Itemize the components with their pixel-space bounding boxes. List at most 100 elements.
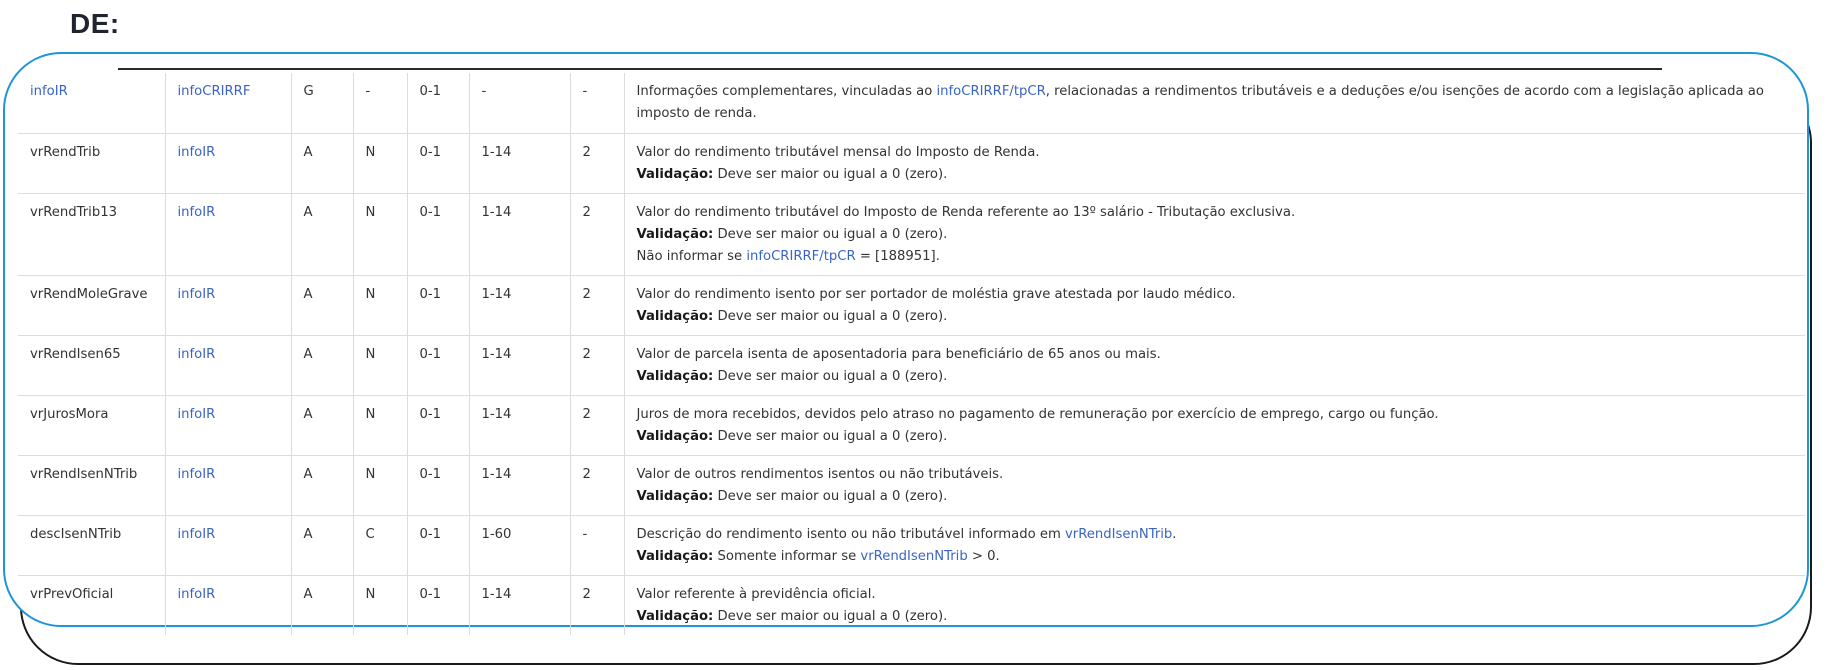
element-type-cell: A <box>290 193 353 276</box>
section-heading: DE: <box>70 8 120 39</box>
reference-link[interactable]: infoCRIRRF/tpCR <box>746 249 855 264</box>
validation-label: Validação: <box>636 428 714 444</box>
decimals-cell: 2 <box>569 275 624 336</box>
description-text: Descrição do rendimento isento ou não tr… <box>636 526 1065 542</box>
size-cell: 1-14 <box>468 395 570 456</box>
data-type-cell: N <box>352 575 407 635</box>
size-text: 1-14 <box>481 346 512 362</box>
occurrence-text: 0-1 <box>419 346 442 362</box>
validation-label: Validação: <box>636 308 714 324</box>
data-type-text: N <box>365 466 376 482</box>
parent-group-link[interactable]: infoIR <box>178 205 216 220</box>
description-text: = [188951]. <box>855 248 940 264</box>
occurrence-cell: 0-1 <box>406 575 469 635</box>
description-text: > 0. <box>967 548 1000 564</box>
parent-group-cell: infoIR <box>164 275 291 336</box>
decimals-text: - <box>582 84 588 99</box>
description-text: Valor do rendimento tributável mensal do… <box>636 144 1040 160</box>
reference-link[interactable]: vrRendIsenNTrib <box>860 549 967 564</box>
size-text: 1-14 <box>481 466 512 482</box>
description-text: Deve ser maior ou igual a 0 (zero). <box>713 368 948 384</box>
data-type-text: N <box>365 406 376 422</box>
description-cell: Informações complementares, vinculadas a… <box>623 73 1805 134</box>
field-name-cell: infoIR <box>18 73 165 134</box>
occurrence-text: 0-1 <box>419 204 442 220</box>
description-text: Deve ser maior ou igual a 0 (zero). <box>713 166 948 182</box>
table-row: vrJurosMora infoIR A N 0-1 1-14 2 Juros de mora… <box>18 395 1805 456</box>
data-type-text: N <box>365 586 376 602</box>
decimals-cell: 2 <box>569 575 624 635</box>
description-text: Informações complementares, vinculadas a… <box>636 84 937 99</box>
reference-link[interactable]: infoCRIRRF/tpCR <box>937 84 1046 99</box>
parent-group-link[interactable]: infoIR <box>178 347 216 362</box>
table-row: vrRendIsenNTrib infoIR A N 0-1 1-14 2 Valor de … <box>18 455 1805 516</box>
size-cell: 1-60 <box>468 515 570 576</box>
description-text: Juros de mora recebidos, devidos pelo at… <box>636 406 1439 422</box>
element-type-text: A <box>303 286 313 302</box>
parent-group-link[interactable]: infoIR <box>178 527 216 542</box>
data-type-cell: N <box>352 193 407 276</box>
decimals-text: 2 <box>582 406 591 422</box>
data-type-text: N <box>365 346 376 362</box>
parent-group-link[interactable]: infoIR <box>178 287 216 302</box>
field-name-text: descIsenNTrib <box>30 526 122 542</box>
field-name-text: vrRendIsen65 <box>30 346 121 362</box>
element-type-text: A <box>303 346 313 362</box>
occurrence-cell: 0-1 <box>406 275 469 336</box>
size-text: 1-14 <box>481 586 512 602</box>
size-text: 1-14 <box>481 204 512 220</box>
parent-group-link[interactable]: infoIR <box>178 467 216 482</box>
size-cell: - <box>468 73 570 134</box>
description-text: Valor de outros rendimentos isentos ou n… <box>636 466 1004 482</box>
decimals-cell: 2 <box>569 133 624 194</box>
description-text: Deve ser maior ou igual a 0 (zero). <box>713 226 948 242</box>
description-text: Valor do rendimento tributável do Impost… <box>636 204 1296 220</box>
size-text: 1-60 <box>481 526 512 542</box>
decimals-text: 2 <box>582 144 591 160</box>
data-type-text: - <box>365 84 371 99</box>
field-name-cell: vrRendIsenNTrib <box>18 455 165 516</box>
parent-group-link[interactable]: infoCRIRRF <box>178 84 251 99</box>
reference-link[interactable]: vrRendIsenNTrib <box>1065 527 1172 542</box>
validation-label: Validação: <box>636 488 714 504</box>
table-row: infoIR infoCRIRRF G - 0-1 - - Informações compl… <box>18 73 1805 134</box>
element-type-cell: G <box>290 73 353 134</box>
parent-group-cell: infoIR <box>164 395 291 456</box>
parent-group-cell: infoCRIRRF <box>164 73 291 134</box>
description-text: Deve ser maior ou igual a 0 (zero). <box>713 608 948 624</box>
occurrence-text: 0-1 <box>419 84 442 99</box>
table-body: infoIR infoCRIRRF G - 0-1 - - Informações compl… <box>18 73 1805 635</box>
description-text: Valor de parcela isenta de aposentadoria… <box>636 346 1161 362</box>
parent-group-link[interactable]: infoIR <box>178 145 216 160</box>
size-cell: 1-14 <box>468 133 570 194</box>
description-text: Valor referente à previdência oficial. <box>636 586 876 602</box>
parent-group-link[interactable]: infoIR <box>178 407 216 422</box>
description-cell: Juros de mora recebidos, devidos pelo at… <box>623 395 1805 456</box>
element-type-cell: A <box>290 515 353 576</box>
occurrence-text: 0-1 <box>419 286 442 302</box>
parent-group-cell: infoIR <box>164 193 291 276</box>
parent-group-link[interactable]: infoIR <box>178 587 216 602</box>
element-type-cell: A <box>290 133 353 194</box>
element-type-text: A <box>303 144 313 160</box>
occurrence-cell: 0-1 <box>406 395 469 456</box>
table-row: vrRendTrib infoIR A N 0-1 1-14 2 Valor do rendi… <box>18 133 1805 194</box>
data-type-text: N <box>365 286 376 302</box>
occurrence-text: 0-1 <box>419 144 442 160</box>
field-name-link[interactable]: infoIR <box>30 84 68 99</box>
validation-label: Validação: <box>636 166 714 182</box>
table-row: vrRendIsen65 infoIR A N 0-1 1-14 2 Valor de par… <box>18 335 1805 396</box>
data-type-cell: - <box>352 73 407 134</box>
table-top-rule <box>118 68 1662 70</box>
occurrence-cell: 0-1 <box>406 455 469 516</box>
field-name-text: vrRendMoleGrave <box>30 286 148 302</box>
size-text: 1-14 <box>481 406 512 422</box>
decimals-text: - <box>582 526 588 542</box>
description-cell: Valor de outros rendimentos isentos ou n… <box>623 455 1805 516</box>
element-type-cell: A <box>290 575 353 635</box>
occurrence-cell: 0-1 <box>406 133 469 194</box>
data-type-cell: N <box>352 395 407 456</box>
parent-group-cell: infoIR <box>164 335 291 396</box>
table-row: vrRendMoleGrave infoIR A N 0-1 1-14 2 Valor do … <box>18 275 1805 336</box>
field-name-text: vrRendTrib <box>30 144 101 160</box>
